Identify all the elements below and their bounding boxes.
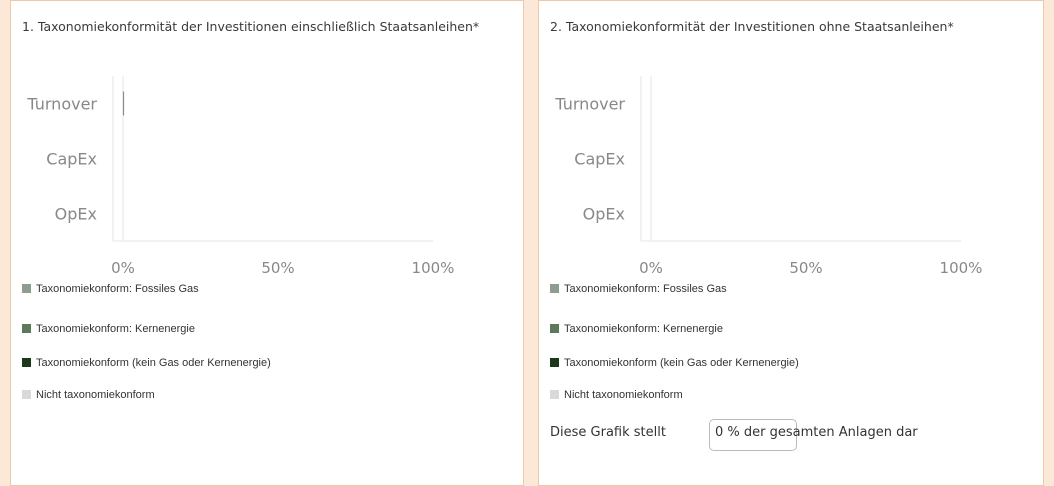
chart-title: 2. Taxonomiekonformität der Investitione… [550, 19, 954, 34]
legend-item: Taxonomiekonform: Kernenergie [22, 323, 195, 335]
legend-label: Taxonomiekonform: Fossiles Gas [36, 283, 199, 295]
chart-panel-1: 1. Taxonomiekonformität der Investitione… [10, 0, 524, 486]
legend-swatch [550, 390, 559, 399]
legend-item: Taxonomiekonform (kein Gas oder Kernener… [550, 357, 799, 369]
legend-swatch [22, 324, 31, 333]
legend-item: Taxonomiekonform: Fossiles Gas [22, 283, 199, 295]
bar-chart-2: Turnover CapEx OpEx 0% 50% 100% [554, 76, 983, 277]
legend-item: Nicht taxonomiekonform [22, 389, 155, 401]
category-label: Turnover [26, 95, 97, 114]
legend-item: Taxonomiekonform: Kernenergie [550, 323, 723, 335]
legend-label: Taxonomiekonform (kein Gas oder Kernener… [564, 357, 799, 369]
category-label: CapEx [46, 150, 97, 169]
legend-swatch [550, 358, 559, 367]
bar-chart-1: Turnover CapEx OpEx 0% 50% 100% [26, 76, 455, 277]
chart-panel-2: 2. Taxonomiekonformität der Investitione… [538, 0, 1044, 486]
category-label: OpEx [55, 205, 97, 224]
legend-swatch [550, 284, 559, 293]
x-tick-label: 50% [789, 259, 822, 277]
legend-swatch [550, 324, 559, 333]
category-label: CapEx [574, 150, 625, 169]
legend-label: Taxonomiekonform: Kernenergie [564, 323, 723, 335]
x-tick-label: 0% [111, 259, 135, 277]
note-prefix: Diese Grafik stellt [550, 425, 666, 440]
legend-swatch [22, 390, 31, 399]
chart-title: 1. Taxonomiekonformität der Investitione… [22, 19, 480, 34]
x-tick-label: 0% [639, 259, 663, 277]
legend-swatch [22, 284, 31, 293]
x-tick-label: 100% [412, 259, 455, 277]
legend-item: Taxonomiekonform: Fossiles Gas [550, 283, 727, 295]
legend-swatch [22, 358, 31, 367]
category-label: Turnover [554, 95, 625, 114]
legend-item: Nicht taxonomiekonform [550, 389, 683, 401]
x-tick-label: 100% [940, 259, 983, 277]
legend-label: Taxonomiekonform (kein Gas oder Kernener… [36, 357, 271, 369]
legend-label: Taxonomiekonform: Kernenergie [36, 323, 195, 335]
legend-label: Taxonomiekonform: Fossiles Gas [564, 283, 727, 295]
legend-item: Taxonomiekonform (kein Gas oder Kernener… [22, 357, 271, 369]
legend-label: Nicht taxonomiekonform [564, 389, 683, 401]
legend-label: Nicht taxonomiekonform [36, 389, 155, 401]
note-value: 0 % der gesamten Anlagen dar [715, 425, 918, 440]
category-label: OpEx [583, 205, 625, 224]
x-tick-label: 50% [261, 259, 294, 277]
